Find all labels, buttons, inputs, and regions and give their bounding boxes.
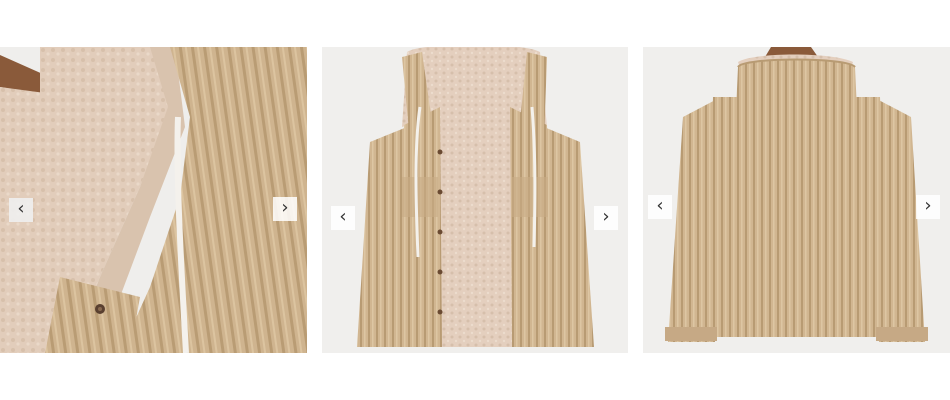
chevron-left-icon: ‹ (17, 198, 25, 219)
image-1-prev-button[interactable]: ‹ (9, 198, 33, 222)
chevron-left-icon: ‹ (656, 195, 664, 216)
product-image-card-3[interactable]: ‹ › (643, 47, 950, 353)
chevron-left-icon: ‹ (339, 206, 347, 227)
image-2-next-button[interactable]: › (594, 206, 618, 230)
chevron-right-icon: › (602, 206, 610, 227)
image-3-prev-button[interactable]: ‹ (648, 195, 672, 219)
chevron-right-icon: › (281, 197, 289, 218)
image-1-next-button[interactable]: › (273, 197, 297, 221)
product-image-card-2[interactable]: ‹ › (322, 47, 628, 353)
jacket-front-image (322, 47, 628, 353)
chevron-right-icon: › (924, 195, 932, 216)
image-2-prev-button[interactable]: ‹ (331, 206, 355, 230)
image-3-next-button[interactable]: › (916, 195, 940, 219)
product-image-gallery: ‹ › ‹ › ‹ › (0, 0, 950, 400)
product-image-card-1[interactable]: ‹ › (0, 47, 307, 353)
jacket-back-image (643, 47, 950, 353)
jacket-closeup-image (0, 47, 307, 353)
